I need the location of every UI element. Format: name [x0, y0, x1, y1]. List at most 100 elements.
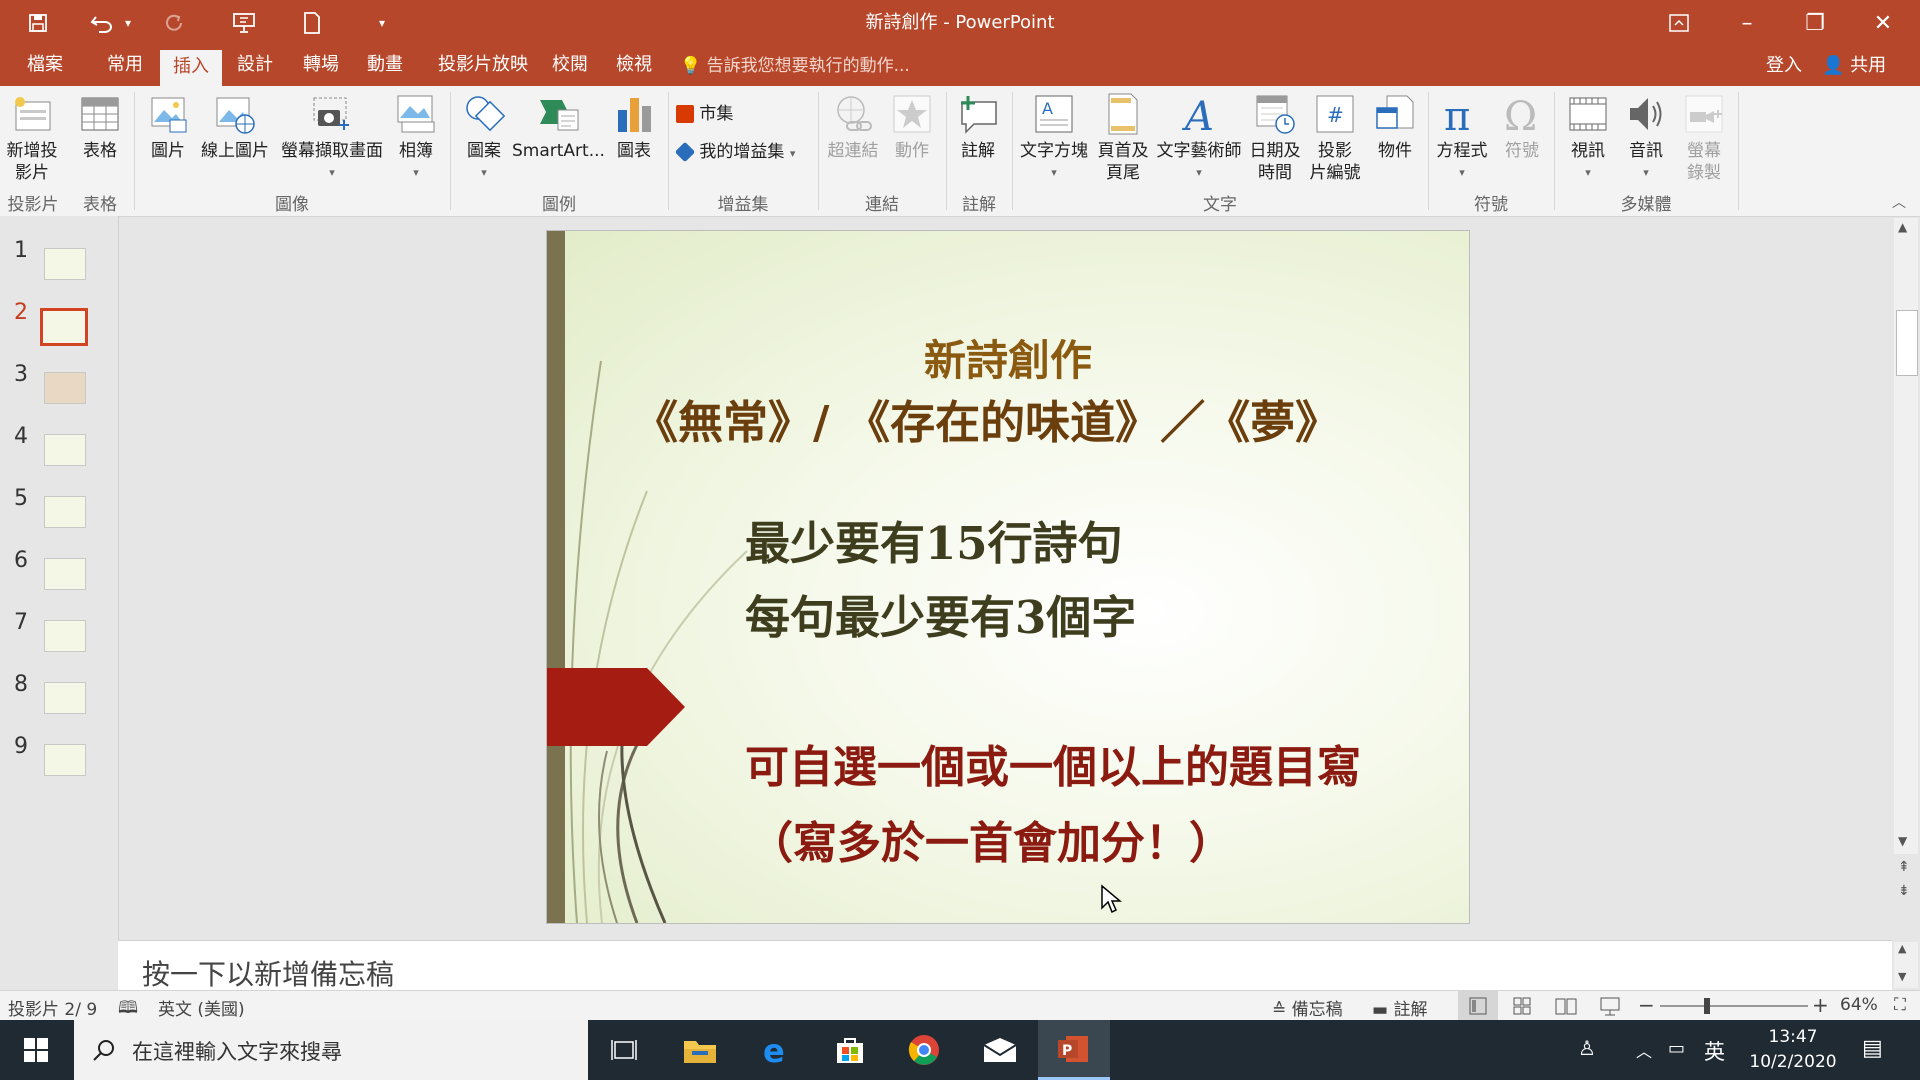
tab-transitions[interactable]: 轉場: [290, 46, 352, 86]
edge-icon[interactable]: e: [740, 1020, 812, 1080]
ime-indicator[interactable]: 英: [1704, 1036, 1725, 1066]
scroll-up-icon[interactable]: ▲: [1898, 220, 1907, 234]
notes-toggle[interactable]: ≙ 備忘稿: [1272, 995, 1343, 1020]
scroll-up-icon[interactable]: ▲: [1898, 942, 1906, 955]
slide-thumbnail-9[interactable]: [44, 744, 86, 776]
chrome-icon[interactable]: [888, 1020, 960, 1080]
zoom-slider[interactable]: [1660, 998, 1808, 1014]
zoom-out-button[interactable]: −: [1638, 993, 1655, 1017]
screenshot-button[interactable]: 螢幕擷取畫面 ▾: [276, 92, 388, 184]
slide-thumbnail-5[interactable]: [44, 496, 86, 528]
show-hidden-icons[interactable]: ︿: [1636, 1038, 1652, 1062]
store-icon[interactable]: [814, 1020, 886, 1080]
slide-sorter-button[interactable]: [1502, 991, 1542, 1021]
undo-dropdown-icon[interactable]: ▾: [118, 8, 138, 38]
header-footer-button[interactable]: 頁首及 頁尾: [1092, 92, 1154, 184]
vertical-scrollbar[interactable]: ▲ ▼: [1894, 218, 1918, 854]
equation-button[interactable]: π 方程式 ▾: [1432, 92, 1492, 184]
online-picture-button[interactable]: 線上圖片: [198, 92, 272, 162]
ribbon-display-options-icon[interactable]: [1648, 0, 1710, 46]
my-addins-button[interactable]: 我的增益集 ▾: [674, 140, 795, 166]
symbol-button[interactable]: Ω 符號: [1494, 92, 1550, 162]
language-indicator[interactable]: 英文 (美國): [158, 995, 245, 1020]
task-view-icon[interactable]: [588, 1020, 660, 1080]
minimize-button[interactable]: –: [1716, 0, 1778, 46]
present-from-start-icon[interactable]: [226, 8, 262, 38]
reading-view-button[interactable]: [1546, 991, 1586, 1021]
taskbar-search-box[interactable]: 在這裡輸入文字來搜尋: [74, 1020, 588, 1080]
slide-thumbnail-4[interactable]: [44, 434, 86, 466]
object-button[interactable]: 物件: [1366, 92, 1424, 162]
new-slide-button[interactable]: 新增投 影片: [2, 92, 62, 184]
new-slide-label: 新增投 影片: [6, 141, 58, 183]
tab-home[interactable]: 常用: [94, 46, 156, 86]
store-button[interactable]: 市集: [676, 102, 733, 126]
windows-start-icon[interactable]: [0, 1020, 72, 1080]
signin-link[interactable]: 登入: [1766, 46, 1802, 86]
wordart-button[interactable]: A 文字藝術師 ▾: [1156, 92, 1242, 184]
group-symbols-label: 符號: [1474, 195, 1508, 215]
powerpoint-icon[interactable]: P: [1038, 1020, 1110, 1080]
people-icon[interactable]: ♙: [1578, 1036, 1596, 1060]
next-slide-icon[interactable]: ⇟: [1898, 882, 1910, 900]
close-button[interactable]: ✕: [1852, 0, 1914, 46]
scroll-down-icon[interactable]: ▼: [1898, 970, 1906, 983]
slide-number-button[interactable]: # 投影 片編號: [1306, 92, 1364, 184]
redo-icon[interactable]: [156, 8, 192, 38]
slide-thumbnail-1[interactable]: [44, 248, 86, 280]
share-button[interactable]: 👤 共用: [1822, 46, 1886, 86]
action-button[interactable]: 動作: [884, 92, 940, 162]
slide-thumbnail-6[interactable]: [44, 558, 86, 590]
chart-button[interactable]: 圖表: [606, 92, 662, 162]
slideshow-button[interactable]: [1590, 991, 1630, 1021]
zoom-level[interactable]: 64%: [1840, 995, 1878, 1015]
tell-me-box[interactable]: 💡 告訴我您想要執行的動作...: [680, 46, 910, 86]
battery-icon[interactable]: ▭: [1668, 1038, 1685, 1059]
screen-recording-button[interactable]: 螢幕 錄製: [1676, 92, 1732, 184]
zoom-in-button[interactable]: +: [1812, 993, 1829, 1017]
tab-design[interactable]: 設計: [224, 46, 286, 86]
comments-toggle[interactable]: ▬ 註解: [1372, 995, 1427, 1020]
screen-recording-label: 螢幕 錄製: [1687, 141, 1721, 183]
file-explorer-icon[interactable]: [664, 1020, 736, 1080]
textbox-button[interactable]: A 文字方塊 ▾: [1016, 92, 1092, 184]
undo-icon[interactable]: [84, 8, 120, 38]
tab-file[interactable]: 檔案: [14, 46, 76, 86]
action-center-icon[interactable]: ▤: [1862, 1036, 1883, 1061]
normal-view-button[interactable]: [1458, 991, 1498, 1021]
save-icon[interactable]: [20, 8, 56, 38]
video-button[interactable]: 視訊 ▾: [1560, 92, 1616, 184]
slide-thumbnail-7[interactable]: [44, 620, 86, 652]
tab-review[interactable]: 校閱: [540, 46, 600, 86]
smartart-button[interactable]: SmartArt...: [512, 92, 605, 162]
picture-button[interactable]: 圖片: [140, 92, 196, 162]
tab-animations[interactable]: 動畫: [354, 46, 416, 86]
notes-scrollbar[interactable]: ▲ ▼: [1894, 942, 1918, 988]
datetime-button[interactable]: 日期及 時間: [1244, 92, 1306, 184]
table-button[interactable]: 表格: [72, 92, 128, 162]
slide-canvas[interactable]: 新詩創作 《無常》/ 《存在的味道》／《夢》 最少要有15行詩句 每句最少要有3…: [546, 230, 1470, 924]
new-file-icon[interactable]: [294, 8, 330, 38]
customize-quick-access-icon[interactable]: ▾: [364, 8, 400, 38]
slide-thumbnail-3[interactable]: [44, 372, 86, 404]
restore-button[interactable]: ❐: [1784, 0, 1846, 46]
mail-icon[interactable]: [964, 1020, 1036, 1080]
scrollbar-thumb[interactable]: [1896, 310, 1918, 376]
scroll-down-icon[interactable]: ▼: [1898, 834, 1907, 848]
clock[interactable]: 13:47 10/2/2020: [1738, 1025, 1848, 1075]
prev-slide-icon[interactable]: ⇞: [1898, 858, 1910, 876]
tab-slideshow[interactable]: 投影片放映: [428, 46, 538, 86]
slide-thumbnail-8[interactable]: [44, 682, 86, 714]
hyperlink-button[interactable]: 超連結: [822, 92, 884, 162]
notes-pane[interactable]: 按一下以新增備忘稿: [118, 940, 1892, 991]
album-button[interactable]: 相簿 ▾: [388, 92, 444, 184]
collapse-ribbon-icon[interactable]: ︿: [1892, 192, 1906, 212]
zoom-slider-thumb[interactable]: [1704, 998, 1711, 1014]
tab-view[interactable]: 檢視: [604, 46, 664, 86]
slide-thumbnail-2[interactable]: [40, 308, 88, 346]
comment-button[interactable]: 註解: [950, 92, 1006, 162]
audio-button[interactable]: 音訊 ▾: [1618, 92, 1674, 184]
tab-insert[interactable]: 插入: [160, 50, 222, 86]
fit-to-window-icon[interactable]: ⛶: [1894, 995, 1906, 1015]
shapes-button[interactable]: 圖案 ▾: [456, 92, 512, 184]
